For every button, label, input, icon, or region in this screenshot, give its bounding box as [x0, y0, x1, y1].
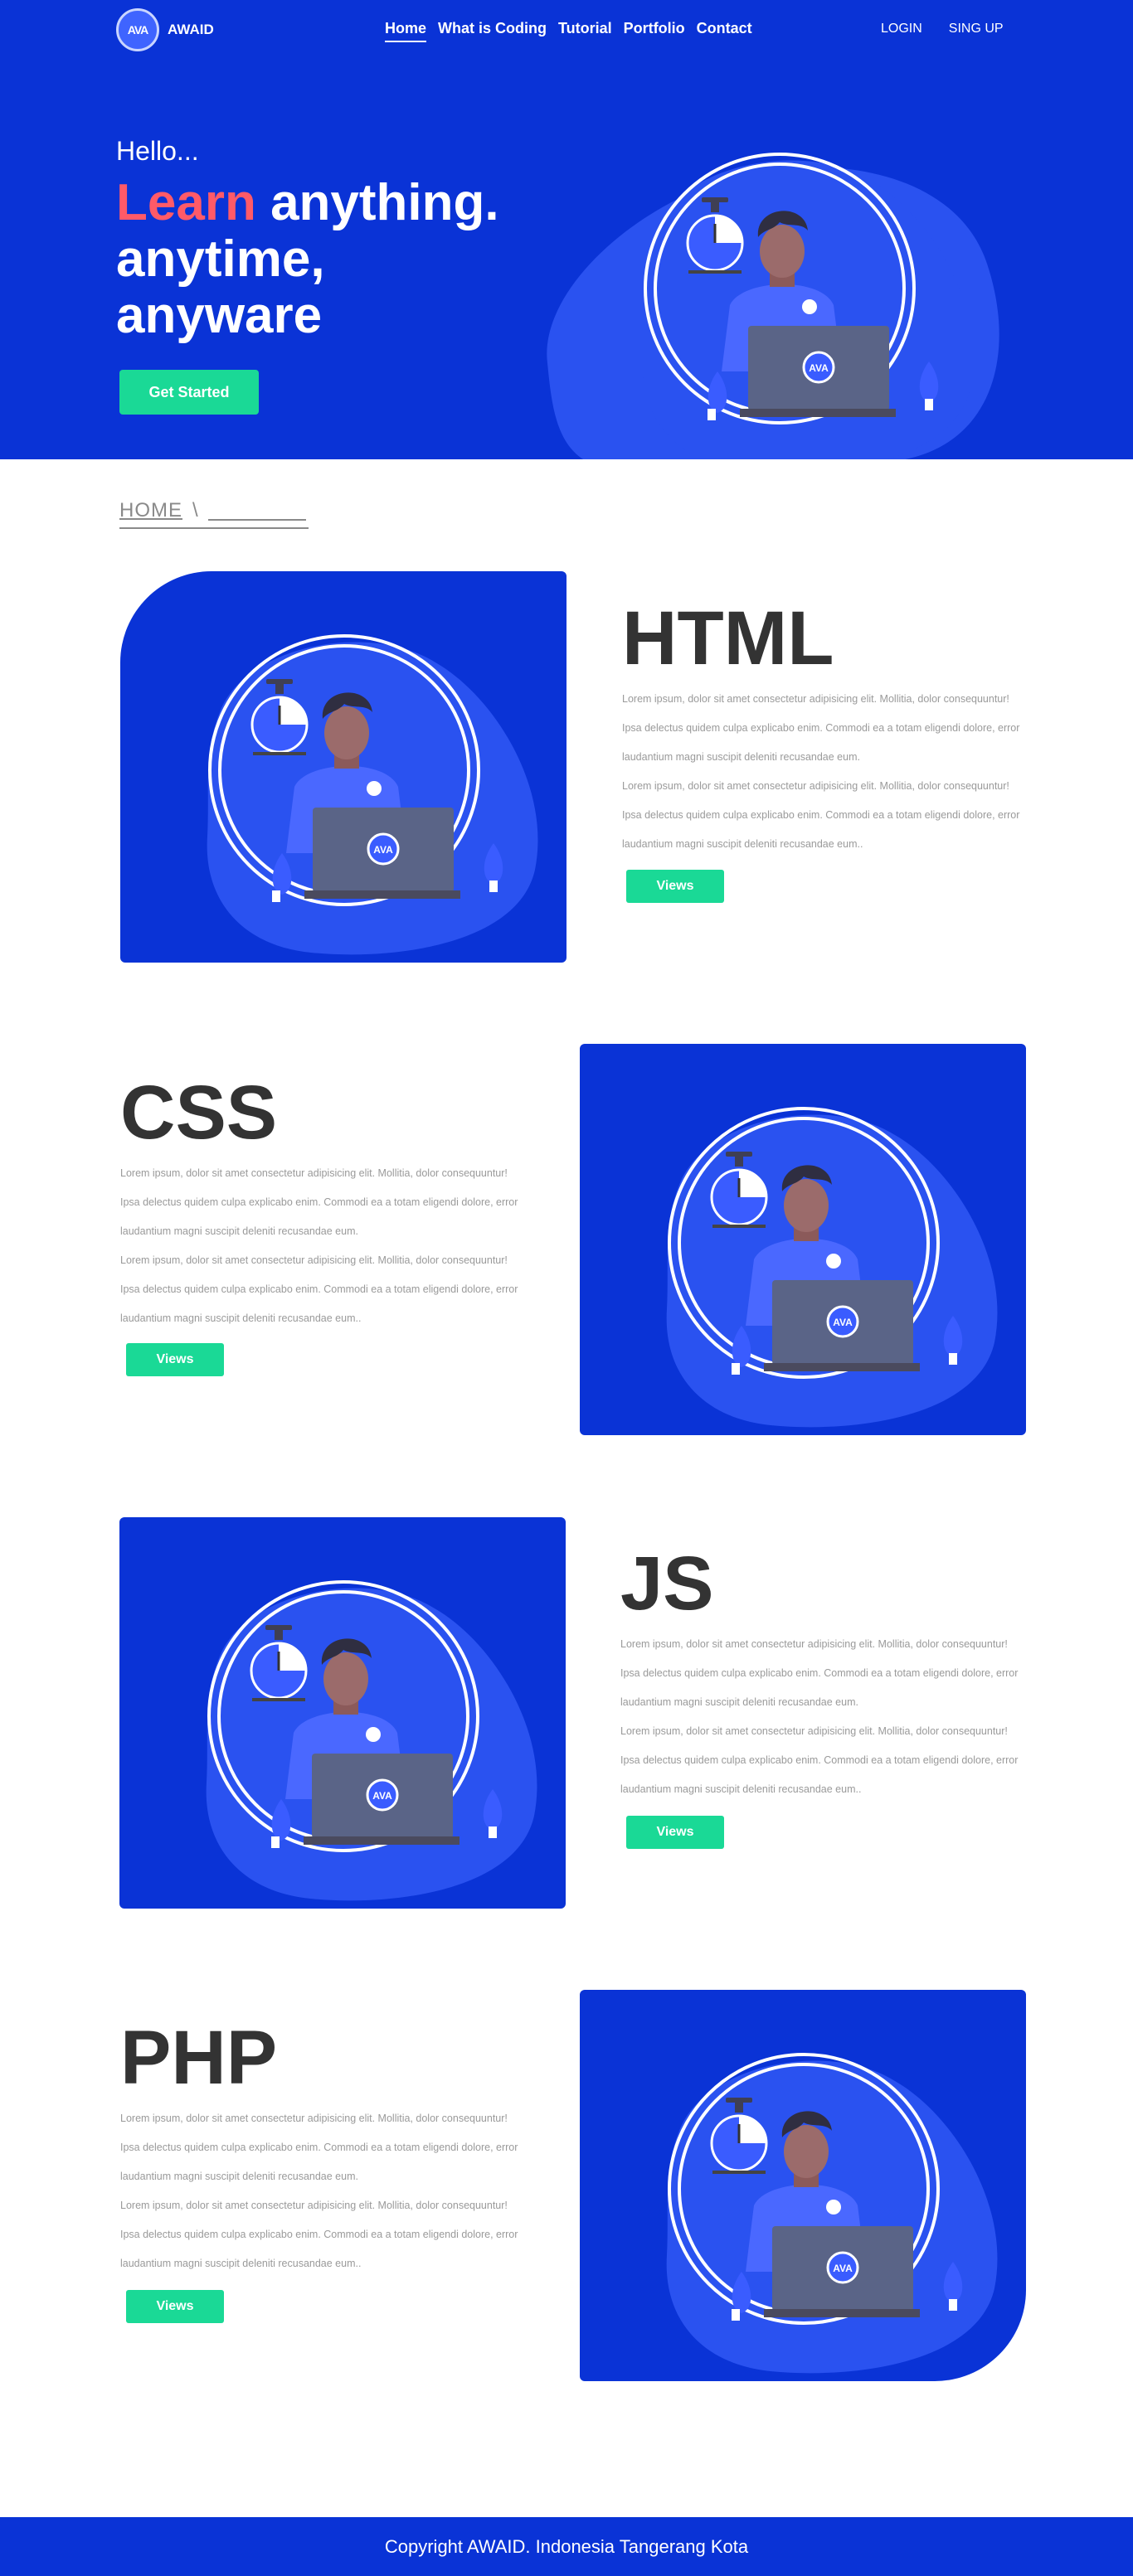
get-started-button[interactable]: Get Started [119, 370, 259, 415]
php-illustration-card [580, 1990, 1026, 2381]
nav-links: Home What is Coding Tutorial Portfolio C… [385, 20, 752, 42]
php-description: Lorem ipsum, dolor sit amet consectetur … [120, 2113, 518, 2269]
html-illustration-card [120, 571, 566, 963]
css-section-text: CSS Lorem ipsum, dolor sit amet consecte… [120, 1073, 535, 1333]
js-section-text: JS Lorem ipsum, dolor sit amet consectet… [620, 1544, 1035, 1804]
nav-link-portfolio[interactable]: Portfolio [624, 20, 685, 37]
hero-coder-illustration [547, 153, 999, 459]
footer: Copyright AWAID. Indonesia Tangerang Kot… [0, 2517, 1133, 2576]
css-coder-illustration [664, 1107, 999, 1429]
hero-headline: Learn anything. anytime, anyware [116, 175, 499, 344]
js-description: Lorem ipsum, dolor sit amet consectetur … [620, 1638, 1019, 1795]
php-views-button[interactable]: Views [126, 2290, 224, 2323]
js-coder-illustration [204, 1580, 539, 1903]
logo-badge-icon: AVA [116, 8, 159, 51]
nav-link-what-is-coding[interactable]: What is Coding [438, 20, 547, 37]
html-coder-illustration [205, 634, 540, 957]
php-title: PHP [120, 2016, 278, 2100]
css-illustration-card [580, 1044, 1026, 1435]
breadcrumb-separator: \ [192, 499, 198, 522]
php-coder-illustration [664, 2053, 999, 2375]
hero-line1-rest: anything. [270, 174, 499, 231]
js-title: JS [620, 1541, 714, 1626]
html-views-button[interactable]: Views [626, 870, 724, 903]
js-illustration-card [119, 1517, 566, 1909]
hero-line2: anytime, [116, 230, 325, 288]
css-description: Lorem ipsum, dolor sit amet consectetur … [120, 1167, 518, 1324]
breadcrumb-current [207, 519, 306, 521]
nav-link-contact[interactable]: Contact [697, 20, 752, 37]
signup-link[interactable]: SING UP [949, 22, 1004, 36]
js-views-button[interactable]: Views [626, 1816, 724, 1849]
logo-text: AWAID [168, 22, 214, 37]
hero-text: Hello... Learn anything. anytime, anywar… [116, 136, 499, 344]
top-navbar: AVA AWAID Home What is Coding Tutorial P… [0, 0, 1133, 60]
login-link[interactable]: LOGIN [881, 22, 922, 36]
php-section-text: PHP Lorem ipsum, dolor sit amet consecte… [120, 2018, 535, 2278]
html-description: Lorem ipsum, dolor sit amet consectetur … [622, 693, 1020, 850]
html-section-text: HTML Lorem ipsum, dolor sit amet consect… [622, 599, 1037, 859]
breadcrumb-home[interactable]: HOME [119, 499, 182, 522]
html-title: HTML [622, 596, 834, 681]
nav-link-home[interactable]: Home [385, 20, 427, 42]
hero-banner: AVA AWAID Home What is Coding Tutorial P… [0, 0, 1133, 459]
hero-accent-word: Learn [116, 174, 256, 231]
nav-link-tutorial[interactable]: Tutorial [558, 20, 612, 37]
breadcrumb: HOME \ [119, 499, 309, 529]
auth-links: LOGIN SING UP [881, 22, 1004, 36]
css-title: CSS [120, 1070, 278, 1155]
hero-line3: anyware [116, 287, 323, 344]
brand-logo[interactable]: AVA AWAID [116, 8, 214, 51]
footer-copyright: Copyright AWAID. Indonesia Tangerang Kot… [384, 2535, 749, 2557]
css-views-button[interactable]: Views [126, 1343, 224, 1376]
hero-greeting: Hello... [116, 136, 199, 166]
